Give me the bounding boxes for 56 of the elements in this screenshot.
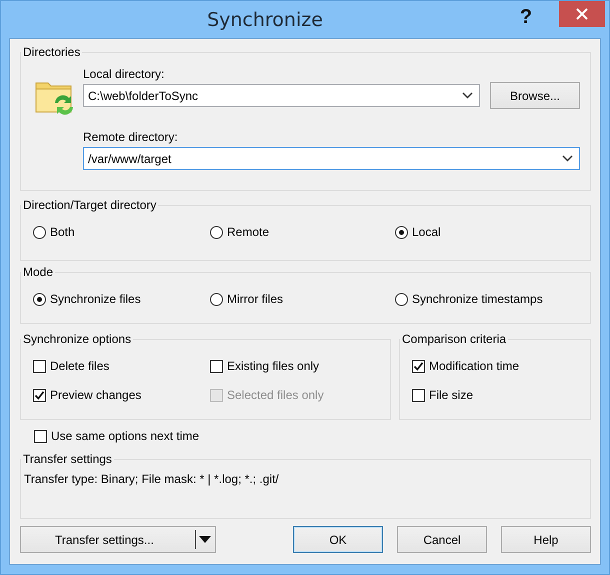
checkbox-label: Preview changes [50,388,142,402]
radio-option[interactable]: Synchronize files [33,289,210,309]
checkbox-label: Existing files only [227,359,320,373]
radio-label: Synchronize files [50,292,141,306]
chevron-down-icon[interactable] [562,155,573,162]
combo-value: /var/www/target [88,152,172,166]
radio-option[interactable]: Synchronize timestamps [395,289,580,309]
dialog-button[interactable]: Help [501,526,591,553]
radio-button[interactable] [395,226,408,238]
field-label: Local directory: [83,67,166,81]
group-title: Comparison criteria [401,332,508,346]
checkbox[interactable] [33,388,46,402]
radio-button[interactable] [210,226,223,238]
help-button[interactable]: ? [509,3,543,31]
checkbox[interactable] [33,360,46,372]
close-button[interactable] [559,1,605,27]
radio-label: Remote [227,225,270,239]
radio-button[interactable] [33,292,46,306]
radio-option[interactable]: Local [395,222,580,242]
checkbox[interactable] [412,360,425,372]
group-title: Direction/Target directory [22,198,158,212]
radio-label: Mirror files [227,292,283,306]
group-title: Transfer settings [22,452,113,466]
radio-option[interactable]: Remote [210,222,395,242]
radio-button[interactable] [33,226,46,238]
group-title: Mode [22,265,54,279]
radio-label: Synchronize timestamps [412,292,543,306]
close-icon[interactable] [576,8,588,20]
checkbox-label: File size [429,388,474,402]
browse-button[interactable]: Browse... [490,82,580,109]
transfer-settings-button[interactable]: Transfer settings... [20,526,216,553]
radio-option[interactable]: Both [33,222,210,242]
remote-directory-combo[interactable]: /var/www/target [83,147,580,170]
ok-button[interactable]: OK [293,526,383,553]
checkbox[interactable] [210,360,223,372]
checkbox-label: Selected files only [227,388,324,402]
radio-option[interactable]: Mirror files [210,289,395,309]
radio-button[interactable] [395,292,408,306]
chevron-down-icon[interactable] [462,92,473,99]
field-label: Remote directory: [83,130,179,144]
group-title: Directories [22,45,82,59]
checkbox-label: Modification time [429,359,520,373]
caret-down-icon[interactable] [199,536,211,543]
dialog-button[interactable]: Cancel [397,526,487,553]
combo-value: C:\web\folderToSync [88,88,200,102]
checkbox-label: Use same options next time [51,429,200,443]
group-title: Synchronize options [22,332,132,346]
checkbox-label: Delete files [50,359,110,373]
local-directory-combo[interactable]: C:\web\folderToSync [83,84,480,107]
window-title: Synchronize [206,8,324,30]
transfer-summary: Transfer type: Binary; File mask: * | *.log; *.; .git/ [24,471,280,488]
radio-button[interactable] [210,292,223,306]
checkbox[interactable] [412,388,425,402]
checkbox[interactable] [34,430,47,442]
radio-label: Local [412,225,441,239]
radio-label: Both [50,225,75,239]
